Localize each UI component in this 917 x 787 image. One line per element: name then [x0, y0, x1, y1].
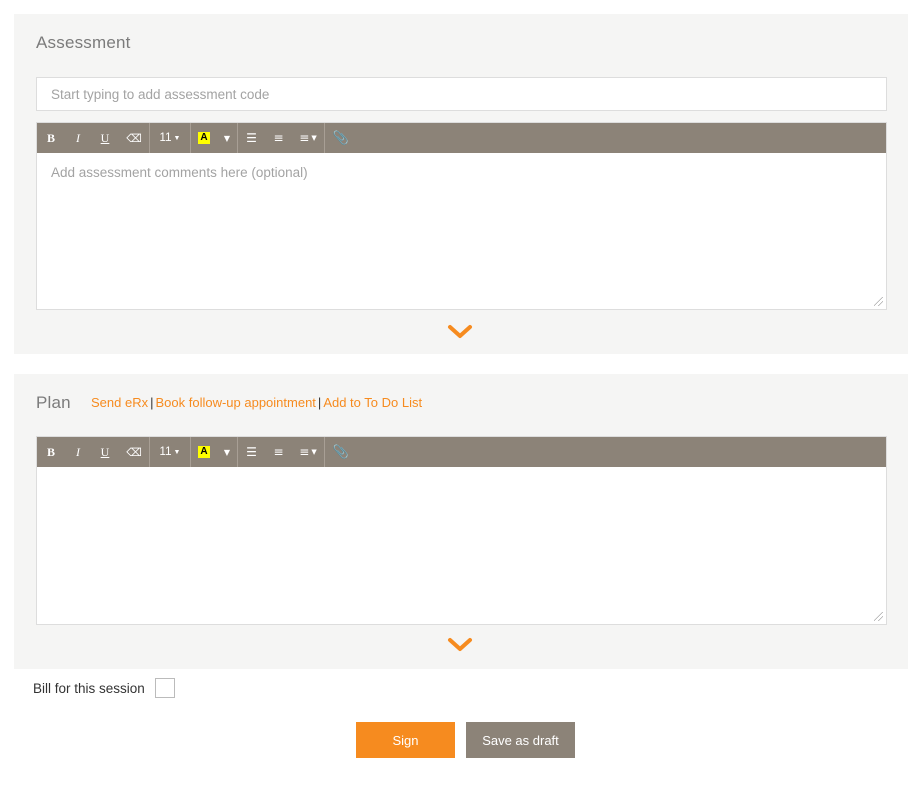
underline-button[interactable]: U [91, 123, 119, 153]
font-size-dropdown[interactable]: 11 ▼ [150, 437, 190, 467]
sign-button[interactable]: Sign [356, 722, 455, 758]
expand-chevron-icon[interactable] [447, 637, 473, 653]
bold-button[interactable]: B [37, 437, 65, 467]
unordered-list-icon[interactable]: ☰ [238, 123, 265, 153]
bill-session-label: Bill for this session [33, 680, 145, 696]
assessment-code-input[interactable] [36, 77, 887, 111]
editor-toolbar: B I U ⌫ 11 ▼ A ▼ ☰ ≡ ≡ ▼ 📎 [37, 123, 886, 153]
assessment-comments-textarea[interactable] [37, 153, 886, 309]
highlight-icon: A [198, 132, 210, 144]
bold-button[interactable]: B [37, 123, 65, 153]
bill-session-row: Bill for this session [33, 678, 175, 698]
assessment-editor: B I U ⌫ 11 ▼ A ▼ ☰ ≡ ≡ ▼ 📎 [36, 122, 887, 310]
eraser-icon[interactable]: ⌫ [119, 437, 149, 467]
plan-editor: B I U ⌫ 11 ▼ A ▼ ☰ ≡ ≡ ▼ 📎 [36, 436, 887, 625]
add-todo-link[interactable]: Add to To Do List [323, 395, 422, 410]
expand-chevron-icon[interactable] [447, 324, 473, 340]
chevron-down-icon: ▼ [173, 134, 181, 142]
editor-toolbar: B I U ⌫ 11 ▼ A ▼ ☰ ≡ ≡ ▼ 📎 [37, 437, 886, 467]
plan-title: Plan [36, 393, 71, 412]
highlight-icon: A [198, 446, 210, 458]
ordered-list-icon[interactable]: ≡ [265, 437, 292, 467]
highlight-color-caret[interactable]: ▼ [217, 123, 237, 153]
resize-handle[interactable] [874, 612, 883, 621]
ordered-list-icon[interactable]: ≡ [265, 123, 292, 153]
eraser-icon[interactable]: ⌫ [119, 123, 149, 153]
plan-comments-textarea[interactable] [37, 467, 886, 624]
highlight-color-button[interactable]: A [191, 123, 217, 153]
align-left-icon[interactable]: ≡ ▼ [292, 437, 324, 467]
assessment-title: Assessment [36, 33, 131, 52]
link-separator: | [317, 395, 322, 410]
plan-panel: Plan Send eRx | Book follow-up appointment… [14, 374, 908, 669]
book-followup-link[interactable]: Book follow-up appointment [155, 395, 315, 410]
highlight-color-button[interactable]: A [191, 437, 217, 467]
chevron-down-icon: ▼ [173, 448, 181, 456]
italic-button[interactable]: I [65, 123, 91, 153]
assessment-panel: Assessment B I U ⌫ 11▼ A ▼ ☰ ≡ ≡▼ 📎 [14, 14, 908, 354]
font-size-dropdown[interactable]: 11 ▼ [150, 123, 190, 153]
paperclip-icon[interactable]: 📎 [325, 123, 357, 153]
italic-button[interactable]: I [65, 437, 91, 467]
font-size-value: 11 [159, 132, 172, 144]
underline-button[interactable]: U [91, 437, 119, 467]
link-separator: | [150, 395, 154, 410]
save-draft-button[interactable]: Save as draft [466, 722, 575, 758]
font-size-value: 11 [159, 446, 172, 458]
plan-links: Send eRx | Book follow-up appointment | Add … [91, 395, 422, 410]
bill-session-checkbox[interactable] [154, 678, 175, 698]
align-left-icon[interactable]: ≡ ▼ [292, 123, 324, 153]
send-erx-link[interactable]: Send eRx [91, 395, 148, 410]
unordered-list-icon[interactable]: ☰ [238, 437, 265, 467]
resize-handle[interactable] [874, 297, 883, 306]
paperclip-icon[interactable]: 📎 [325, 437, 357, 467]
highlight-color-caret[interactable]: ▼ [217, 437, 237, 467]
